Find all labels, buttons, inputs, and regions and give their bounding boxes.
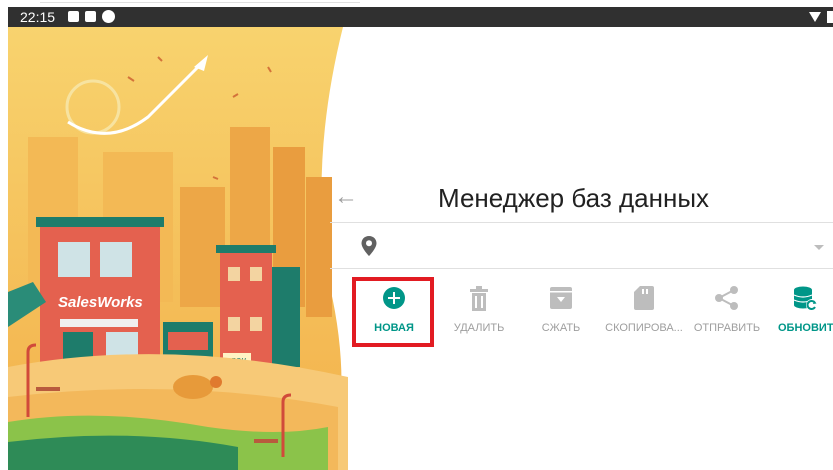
status-bar: 22:15 [8,7,833,27]
location-pin-icon [361,236,377,256]
delete-button[interactable]: УДАЛИТЬ [440,280,518,350]
city-illustration: SalesWorks apeн [8,27,348,470]
back-arrow-icon[interactable]: ← [334,185,358,209]
crop-line [40,0,360,3]
top-strip [0,0,833,7]
trash-icon [470,286,488,311]
shop-sign: SalesWorks [58,294,143,311]
gallery-notification-icon [68,11,79,22]
sd-card-icon [634,286,654,310]
send-button[interactable]: ОТПРАВИТЬ [690,280,764,350]
delete-button-label: УДАЛИТЬ [453,322,505,334]
send-button-label: ОТПРАВИТЬ [693,322,761,334]
battery-icon [827,11,833,23]
archive-icon [550,287,572,309]
compress-button[interactable]: СЖАТЬ [526,280,596,350]
page-title: Менеджер баз данных [438,183,710,213]
share-icon [715,286,738,310]
location-select[interactable] [385,232,805,260]
compress-button-label: СЖАТЬ [541,322,581,334]
divider [330,268,833,269]
copy-button[interactable]: СКОПИРОВА... [600,280,688,350]
copy-button-label: СКОПИРОВА... [605,322,683,334]
new-button-highlight [352,277,434,347]
refresh-button-label: ОБНОВИТЬ [778,322,833,334]
database-refresh-icon [793,286,818,311]
circle-notification-icon [102,10,115,23]
status-time: 22:15 [20,9,56,25]
wifi-icon [809,12,821,22]
dropdown-arrow-icon[interactable] [814,245,824,250]
left-edge [0,7,8,470]
divider [330,222,833,223]
refresh-button[interactable]: ОБНОВИТЬ [778,280,833,350]
app-notification-icon [85,11,96,22]
